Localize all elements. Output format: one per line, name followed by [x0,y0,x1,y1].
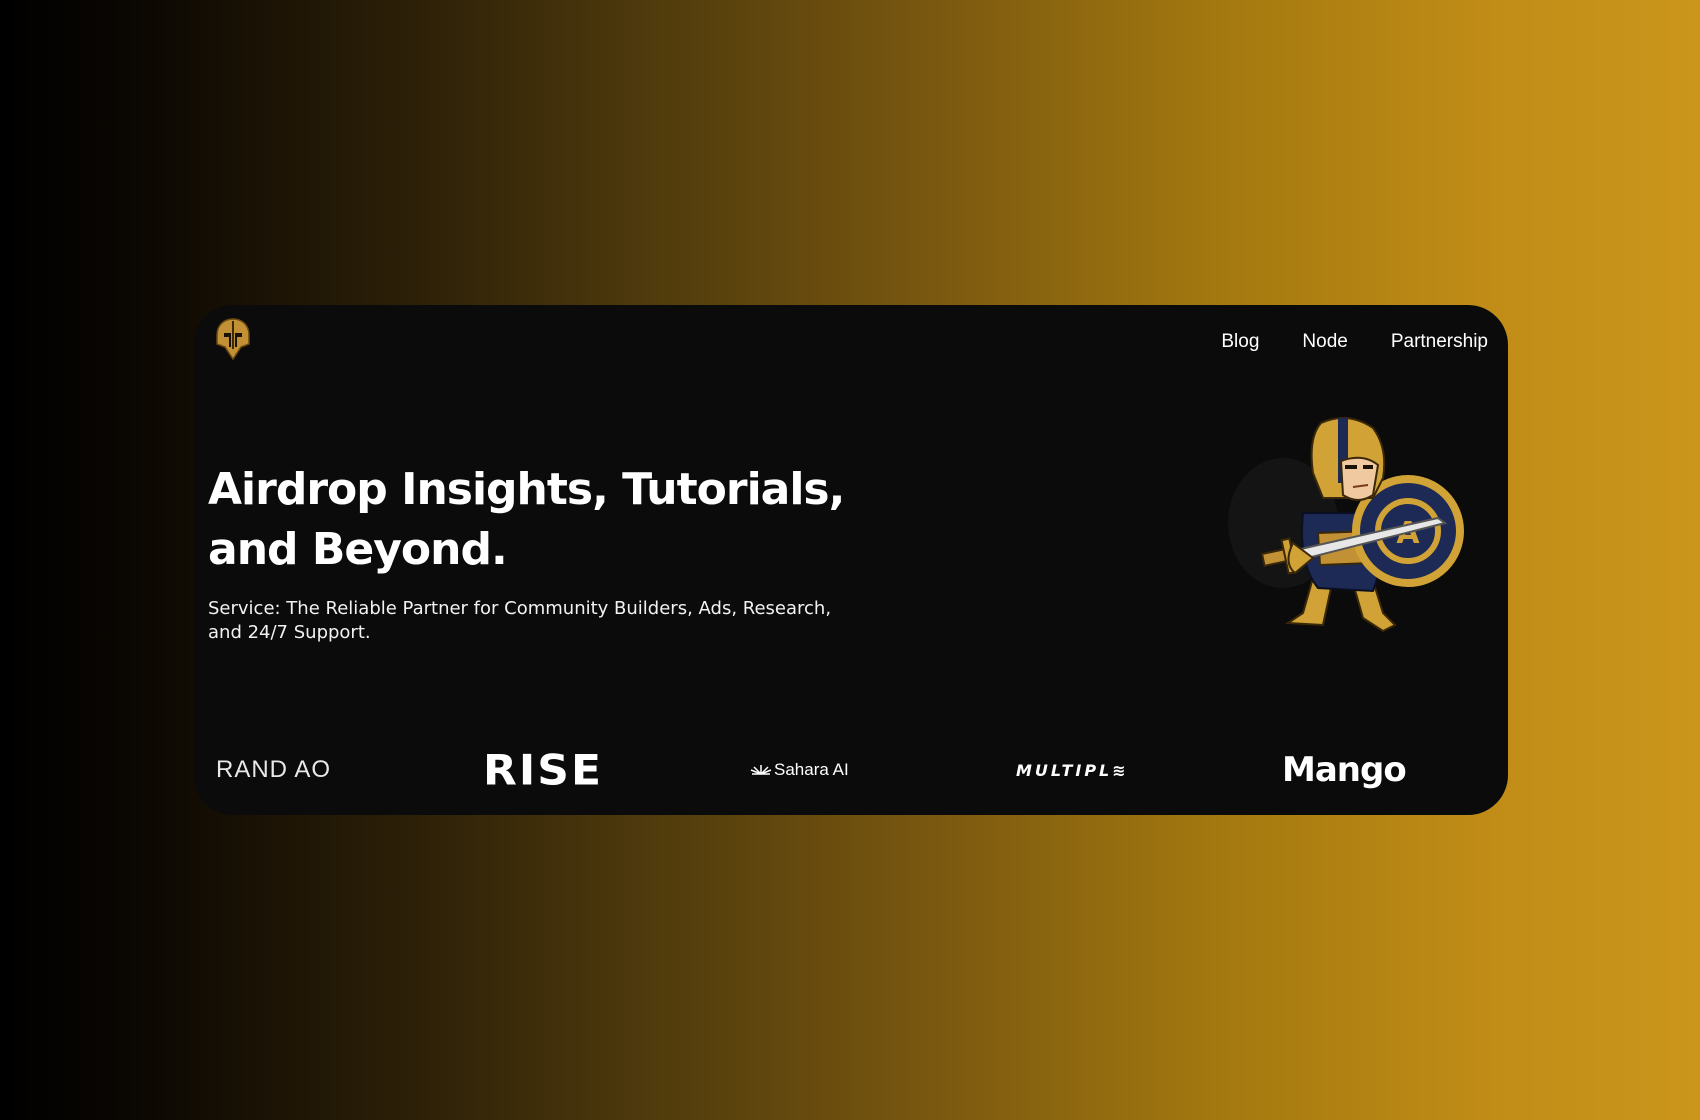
nav-partnership-link[interactable]: Partnership [1391,325,1488,359]
nav-blog-link[interactable]: Blog [1221,325,1259,359]
hero-card: Blog Node Partnership Airdrop Insights, … [193,305,1508,815]
nav-node-link[interactable]: Node [1302,325,1347,359]
hero-subtitle: Service: The Reliable Partner for Commun… [208,598,832,643]
partner-sahara-ai-label: Sahara AI [774,760,849,779]
partner-mango-label: Mango [1282,750,1407,790]
spartan-helmet-icon[interactable] [213,317,253,361]
partner-logos: RAND AO RISE Sahara AI MULTIPL≋ Mango [193,745,1508,795]
hero-title: Airdrop Insights, Tutorials, and Beyond. [208,464,845,575]
partner-mango-logo[interactable]: Mango [1282,745,1407,795]
partner-rise-label: RISE [483,745,603,795]
partner-rise-logo[interactable]: RISE [483,746,603,794]
partner-rand-ao-label: RAND AO [216,756,332,783]
partner-multiple-label: MULTIPL≋ [1016,760,1129,780]
main-nav: Blog Node Partnership [1221,325,1488,359]
partner-sahara-ai-logo[interactable]: Sahara AI [750,745,849,795]
partner-rand-ao-logo[interactable]: RAND AO [216,745,331,795]
partner-multiple-logo[interactable]: MULTIPL≋ [1016,745,1129,795]
sahara-sunburst-icon [750,762,772,779]
knight-mascot-illustration: A [1223,413,1483,643]
